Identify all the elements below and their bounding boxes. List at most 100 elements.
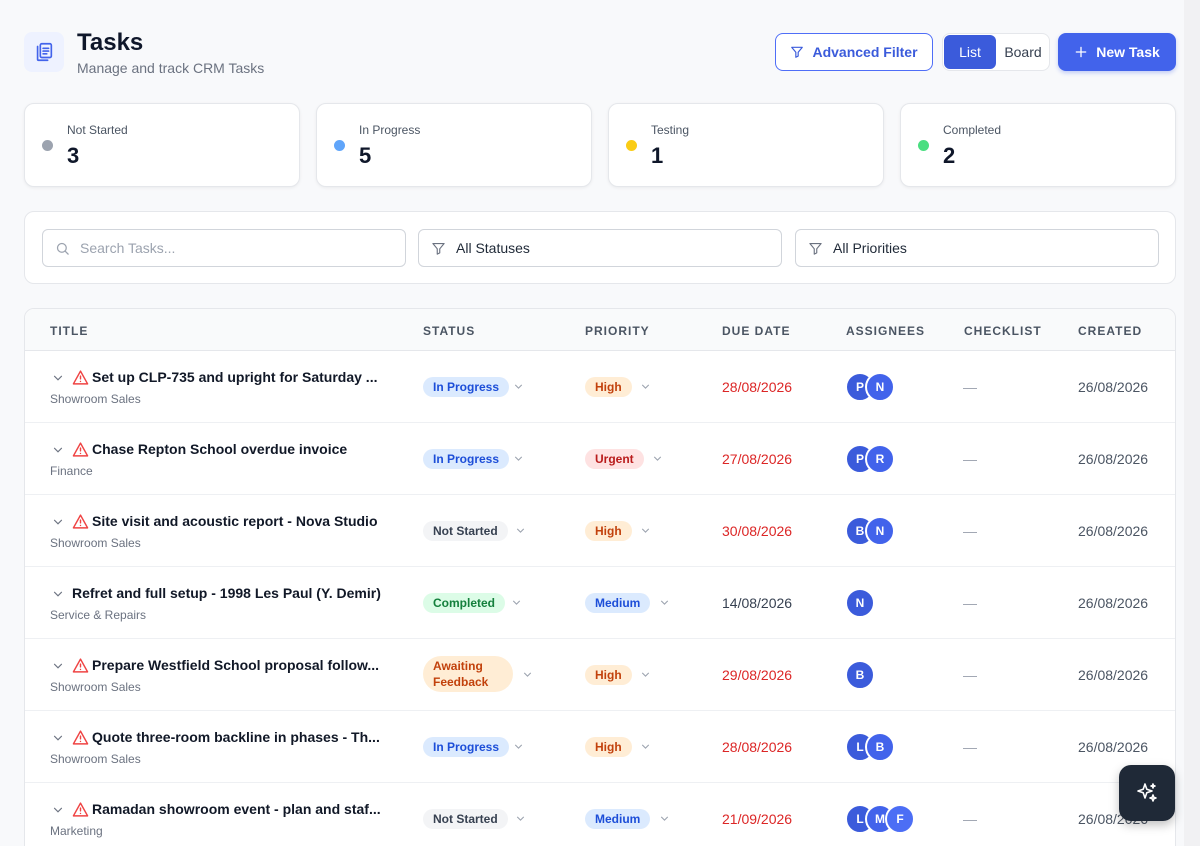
status-badge[interactable]: Awaiting Feedback bbox=[423, 656, 513, 692]
warning-triangle-icon bbox=[72, 658, 89, 673]
page-header: Tasks Manage and track CRM Tasks Advance… bbox=[24, 28, 1176, 84]
checklist-value: — bbox=[963, 739, 977, 755]
new-task-label: New Task bbox=[1096, 44, 1160, 60]
chevron-down-icon[interactable] bbox=[51, 587, 65, 601]
avatar[interactable]: B bbox=[865, 732, 895, 762]
table-row[interactable]: Site visit and acoustic report - Nova St… bbox=[25, 495, 1175, 567]
task-title[interactable]: Chase Repton School overdue invoice bbox=[92, 441, 347, 457]
chevron-down-icon[interactable] bbox=[514, 812, 527, 825]
priority-badge[interactable]: Urgent bbox=[585, 449, 644, 469]
chevron-down-icon[interactable] bbox=[512, 452, 525, 465]
priority-badge[interactable]: Medium bbox=[585, 809, 651, 829]
status-badge[interactable]: Not Started bbox=[423, 809, 508, 829]
warning-triangle-icon bbox=[72, 514, 89, 529]
view-list-button[interactable]: List bbox=[944, 35, 996, 69]
status-dot bbox=[334, 140, 345, 151]
chevron-down-icon[interactable] bbox=[639, 380, 652, 393]
stat-card-completed[interactable]: Completed 2 bbox=[900, 103, 1176, 187]
chevron-down-icon[interactable] bbox=[510, 596, 523, 609]
chevron-down-icon[interactable] bbox=[51, 731, 65, 745]
chevron-down-icon[interactable] bbox=[639, 740, 652, 753]
chevron-down-icon[interactable] bbox=[51, 803, 65, 817]
chevron-down-icon[interactable] bbox=[51, 443, 65, 457]
column-header-title[interactable]: TITLE bbox=[50, 324, 88, 338]
table-row[interactable]: Set up CLP-735 and upright for Saturday … bbox=[25, 351, 1175, 423]
sparkles-icon bbox=[1137, 783, 1157, 802]
chevron-down-icon[interactable] bbox=[658, 812, 671, 825]
search-placeholder: Search Tasks... bbox=[80, 240, 176, 256]
page-scrollbar[interactable] bbox=[1184, 0, 1200, 846]
task-title[interactable]: Quote three-room backline in phases - Th… bbox=[92, 729, 380, 745]
priority-badge[interactable]: High bbox=[585, 665, 632, 685]
stat-card-in-progress[interactable]: In Progress 5 bbox=[316, 103, 592, 187]
chevron-down-icon[interactable] bbox=[51, 515, 65, 529]
task-title[interactable]: Set up CLP-735 and upright for Saturday … bbox=[92, 369, 377, 385]
priority-badge[interactable]: High bbox=[585, 521, 632, 541]
status-filter-select[interactable]: All Statuses bbox=[418, 229, 782, 267]
chevron-down-icon[interactable] bbox=[512, 740, 525, 753]
assignee-avatars: L B bbox=[845, 732, 895, 762]
table-row[interactable]: Chase Repton School overdue invoice Fina… bbox=[25, 423, 1175, 495]
table-row[interactable]: Ramadan showroom event - plan and staf..… bbox=[25, 783, 1175, 846]
stat-value: 3 bbox=[67, 143, 80, 168]
column-header-status[interactable]: STATUS bbox=[423, 324, 475, 338]
avatar[interactable]: B bbox=[845, 660, 875, 690]
chevron-down-icon[interactable] bbox=[658, 596, 671, 609]
task-title[interactable]: Site visit and acoustic report - Nova St… bbox=[92, 513, 378, 529]
status-badge[interactable]: Completed bbox=[423, 593, 506, 613]
task-title[interactable]: Refret and full setup - 1998 Les Paul (Y… bbox=[72, 585, 381, 601]
chevron-down-icon[interactable] bbox=[514, 524, 527, 537]
chevron-down-icon[interactable] bbox=[512, 380, 525, 393]
table-row[interactable]: Refret and full setup - 1998 Les Paul (Y… bbox=[25, 567, 1175, 639]
ai-assistant-button[interactable] bbox=[1119, 765, 1175, 821]
avatar[interactable]: R bbox=[865, 444, 895, 474]
assignee-avatars: B bbox=[845, 660, 875, 690]
table-row[interactable]: Quote three-room backline in phases - Th… bbox=[25, 711, 1175, 783]
advanced-filter-button[interactable]: Advanced Filter bbox=[775, 33, 933, 71]
chevron-down-icon[interactable] bbox=[51, 371, 65, 385]
chevron-down-icon[interactable] bbox=[639, 524, 652, 537]
stat-card-testing[interactable]: Testing 1 bbox=[608, 103, 884, 187]
chevron-down-icon[interactable] bbox=[521, 668, 534, 681]
column-header-priority[interactable]: PRIORITY bbox=[585, 324, 650, 338]
chevron-down-icon[interactable] bbox=[639, 668, 652, 681]
stat-card-not-started[interactable]: Not Started 3 bbox=[24, 103, 300, 187]
column-header-assignees[interactable]: ASSIGNEES bbox=[846, 324, 925, 338]
status-badge[interactable]: In Progress bbox=[423, 449, 510, 469]
view-toggle: List Board bbox=[942, 33, 1050, 71]
due-date: 28/08/2026 bbox=[722, 379, 793, 395]
priority-badge[interactable]: High bbox=[585, 737, 632, 757]
due-date: 28/08/2026 bbox=[722, 739, 793, 755]
task-title[interactable]: Ramadan showroom event - plan and staf..… bbox=[92, 801, 381, 817]
due-date: 30/08/2026 bbox=[722, 523, 793, 539]
task-title[interactable]: Prepare Westfield School proposal follow… bbox=[92, 657, 379, 673]
checklist-value: — bbox=[963, 811, 977, 827]
priority-filter-value: All Priorities bbox=[833, 240, 907, 256]
avatar[interactable]: N bbox=[865, 372, 895, 402]
column-header-checklist[interactable]: CHECKLIST bbox=[964, 324, 1042, 338]
priority-filter-select[interactable]: All Priorities bbox=[795, 229, 1159, 267]
funnel-icon bbox=[809, 242, 822, 255]
view-board-button[interactable]: Board bbox=[997, 34, 1049, 70]
avatar[interactable]: N bbox=[845, 588, 875, 618]
chevron-down-icon[interactable] bbox=[51, 659, 65, 673]
status-badge[interactable]: In Progress bbox=[423, 737, 510, 757]
priority-badge[interactable]: High bbox=[585, 377, 632, 397]
column-header-created[interactable]: CREATED bbox=[1078, 324, 1142, 338]
avatar[interactable]: F bbox=[885, 804, 915, 834]
clipboard-icon bbox=[24, 32, 64, 72]
created-date: 26/08/2026 bbox=[1078, 595, 1149, 611]
table-row[interactable]: Prepare Westfield School proposal follow… bbox=[25, 639, 1175, 711]
task-category: Showroom Sales bbox=[50, 392, 141, 406]
chevron-down-icon[interactable] bbox=[651, 452, 664, 465]
assignee-avatars: P R bbox=[845, 444, 895, 474]
avatar[interactable]: N bbox=[865, 516, 895, 546]
status-badge[interactable]: Not Started bbox=[423, 521, 508, 541]
checklist-value: — bbox=[963, 595, 977, 611]
priority-badge[interactable]: Medium bbox=[585, 593, 651, 613]
new-task-button[interactable]: New Task bbox=[1058, 33, 1176, 71]
status-badge[interactable]: In Progress bbox=[423, 377, 510, 397]
search-input[interactable]: Search Tasks... bbox=[42, 229, 406, 267]
page-title: Tasks bbox=[77, 29, 144, 56]
column-header-due-date[interactable]: DUE DATE bbox=[722, 324, 790, 338]
